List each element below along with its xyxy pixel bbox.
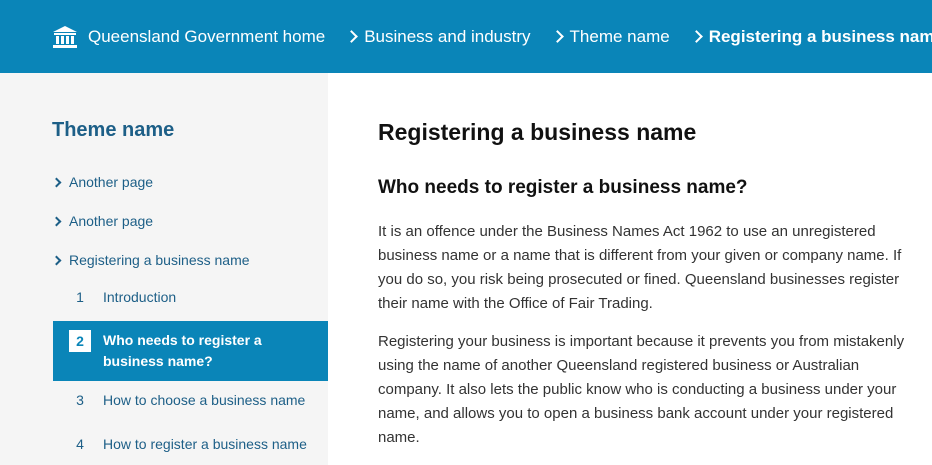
sidebar-item-registering-a-business-name[interactable]: Registering a business name (51, 252, 250, 268)
government-building-icon (52, 25, 78, 49)
step-label: How to choose a business name (103, 392, 306, 408)
step-link-current[interactable]: 2 Who needs to register a business name? (53, 321, 328, 381)
step-number: 4 (76, 436, 84, 452)
breadcrumb-home-link[interactable]: Queensland Government home (52, 25, 325, 49)
chevron-right-icon (689, 30, 703, 43)
page-title: Registering a business name (378, 119, 697, 145)
breadcrumb-home-label: Queensland Government home (88, 26, 326, 46)
site-header: Queensland Government home Business and … (0, 0, 932, 73)
breadcrumb: Queensland Government home Business and … (52, 0, 932, 73)
step-label: Introduction (103, 289, 177, 305)
sidebar-item-label: Another page (69, 213, 154, 229)
chevron-right-icon (51, 177, 62, 187)
sidebar-item-label: Another page (69, 174, 154, 190)
breadcrumb-label: Theme name (569, 26, 670, 46)
step-number: 3 (76, 392, 84, 408)
sidebar-title: Theme name (52, 119, 175, 141)
body-paragraph: Registering your business is important b… (378, 333, 905, 446)
sidebar-item-label: Registering a business name (69, 252, 250, 268)
chevron-right-icon (550, 30, 564, 43)
section-heading: Who needs to register a business name? (378, 177, 748, 198)
chevron-right-icon (51, 216, 62, 226)
breadcrumb-item-theme-name[interactable]: Theme name (531, 27, 670, 47)
step-label: Who needs to register a business name? (103, 332, 262, 369)
chevron-right-icon (51, 255, 62, 265)
step-number: 1 (76, 289, 84, 305)
chevron-right-icon (345, 30, 359, 43)
breadcrumb-label: Business and industry (364, 26, 531, 46)
sidebar: Theme name Another page Another page Reg… (0, 73, 328, 465)
breadcrumb-label: Registering a business name (708, 26, 932, 46)
step-label: How to register a business name (103, 436, 307, 452)
breadcrumb-item-current: Registering a business name (670, 27, 932, 47)
sidebar-item-another-page[interactable]: Another page (51, 174, 154, 190)
step-number: 2 (69, 330, 91, 352)
breadcrumb-item-business-and-industry[interactable]: Business and industry (325, 26, 531, 47)
sidebar-item-another-page[interactable]: Another page (51, 213, 154, 229)
body-paragraph: It is an offence under the Business Name… (378, 223, 902, 312)
